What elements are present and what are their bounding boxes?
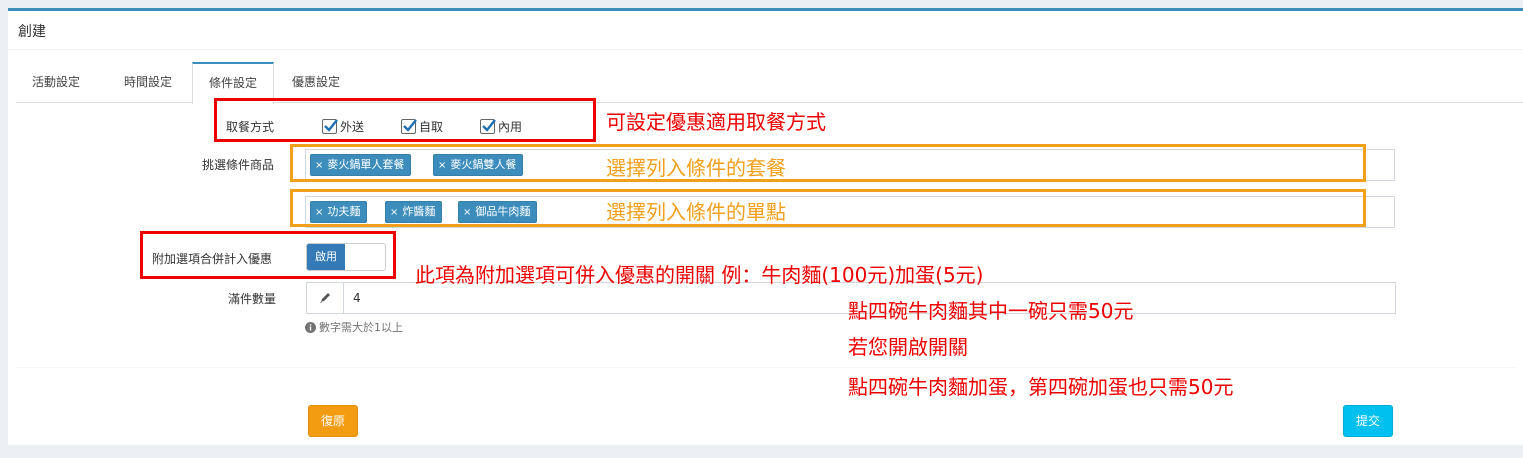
panel-title: 創建	[18, 24, 46, 40]
annotation-toggle-4: 點四碗牛肉麵加蛋，第四碗加蛋也只需50元	[848, 375, 1234, 399]
footer-divider	[16, 367, 1515, 368]
tab-discount-settings[interactable]: 優惠設定	[276, 62, 356, 102]
info-icon	[305, 321, 316, 333]
condition-products-label: 挑選條件商品	[202, 158, 275, 172]
quantity-input[interactable]: 4	[353, 283, 361, 313]
annotation-box-toggle	[140, 231, 396, 279]
annotation-toggle-1: 此項為附加選項可併入優惠的開關 例：牛肉麵(100元)加蛋(5元)	[415, 263, 984, 287]
annotation-box-meal-method	[214, 98, 596, 142]
reset-button[interactable]: 復原	[308, 405, 358, 437]
annotation-toggle-3: 若您開啟開關	[848, 335, 968, 359]
quantity-label: 滿件數量	[228, 292, 277, 306]
tab-time-settings[interactable]: 時間設定	[108, 62, 188, 102]
pencil-icon	[307, 283, 344, 313]
annotation-meal-method: 可設定優惠適用取餐方式	[606, 110, 826, 134]
panel-divider	[8, 49, 1523, 50]
annotation-toggle-2: 點四碗牛肉麵其中一碗只需50元	[848, 299, 1134, 323]
tab-bar: 活動設定 時間設定 條件設定 優惠設定	[16, 62, 1523, 104]
quantity-help-text: 數字需大於1以上	[319, 321, 403, 334]
submit-button[interactable]: 提交	[1343, 405, 1393, 437]
tab-activity-settings[interactable]: 活動設定	[16, 62, 96, 102]
annotation-box-single	[290, 189, 1366, 227]
quantity-help: 數字需大於1以上	[305, 319, 403, 335]
annotation-set: 選擇列入條件的套餐	[606, 156, 786, 180]
annotation-box-set	[290, 144, 1366, 182]
annotation-single: 選擇列入條件的單點	[606, 200, 786, 224]
